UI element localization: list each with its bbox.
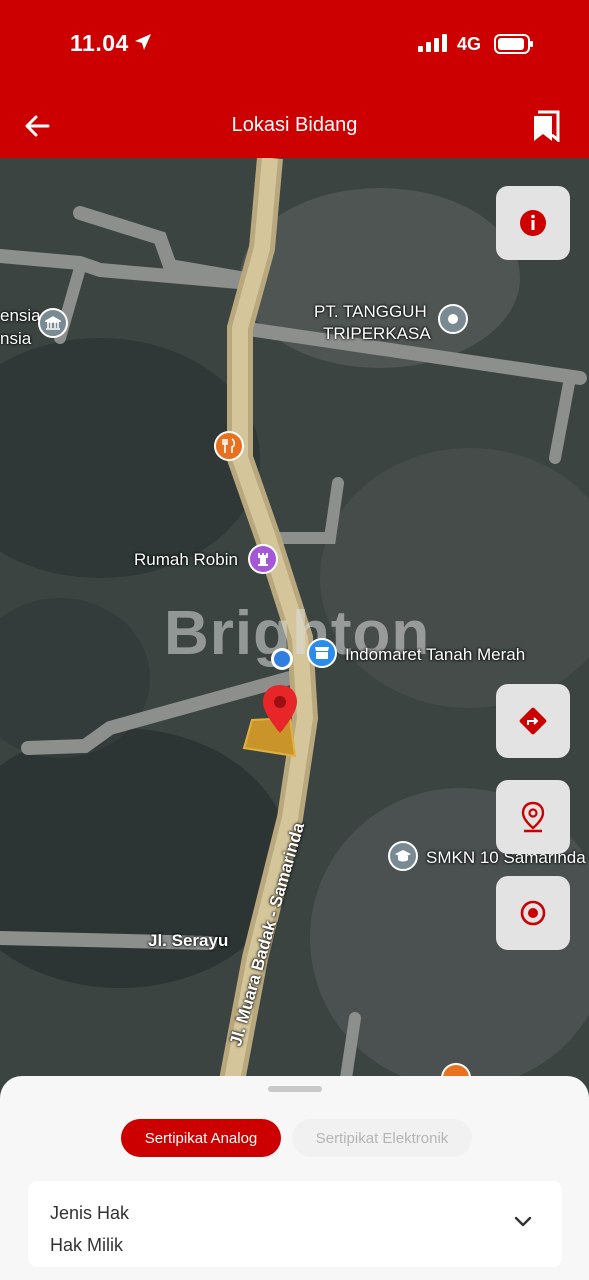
location-pin-button[interactable] bbox=[496, 780, 570, 854]
place-pin-icon[interactable] bbox=[438, 304, 468, 334]
info-button[interactable] bbox=[496, 186, 570, 260]
poi-label-pt-line2: TRIPERKASA bbox=[323, 324, 431, 343]
target-icon bbox=[520, 900, 546, 926]
poi-label-pt-line1: PT. TANGGUH bbox=[314, 302, 427, 321]
recenter-button[interactable] bbox=[496, 876, 570, 950]
school-pin-icon[interactable] bbox=[388, 841, 418, 871]
shop-pin-icon[interactable] bbox=[307, 638, 337, 668]
poi-label-left-1: ensia bbox=[0, 306, 41, 325]
poi-label-rumah-robin: Rumah Robin bbox=[134, 550, 238, 569]
poi-label-left-2: nsia bbox=[0, 329, 32, 348]
battery-icon bbox=[494, 34, 534, 59]
tab-sertipikat-analog[interactable]: Sertipikat Analog bbox=[121, 1119, 281, 1157]
parcel-marker-icon[interactable] bbox=[262, 684, 298, 739]
location-arrow-icon bbox=[134, 33, 152, 56]
road-label-serayu: Jl. Serayu bbox=[148, 931, 229, 950]
directions-button[interactable] bbox=[496, 684, 570, 758]
bookmark-icon[interactable] bbox=[532, 110, 560, 144]
network-type: 4G bbox=[457, 34, 482, 54]
government-pin-icon[interactable] bbox=[38, 308, 68, 338]
map-pin-icon bbox=[521, 801, 545, 833]
info-icon bbox=[520, 210, 546, 236]
satellite-map[interactable]: ensia nsia PT. TANGGUH TRIPERKASA Rumah … bbox=[0, 158, 589, 1118]
jenis-hak-dropdown[interactable]: Jenis Hak Hak Milik bbox=[28, 1181, 562, 1267]
directions-icon bbox=[519, 707, 547, 735]
field-label: Jenis Hak bbox=[50, 1203, 130, 1223]
bottom-sheet: Sertipikat Analog Sertipikat Elektronik … bbox=[0, 1076, 589, 1280]
field-value: Hak Milik bbox=[50, 1235, 124, 1255]
restaurant-pin-icon[interactable] bbox=[214, 431, 244, 461]
current-location-dot bbox=[271, 648, 293, 670]
sheet-drag-handle[interactable] bbox=[268, 1086, 322, 1092]
app-header: 11.04 4G Lokasi Bidang bbox=[0, 0, 589, 158]
status-time: 11.04 bbox=[70, 30, 129, 56]
poi-label-indomaret: Indomaret Tanah Merah bbox=[345, 645, 526, 664]
page-title: Lokasi Bidang bbox=[231, 114, 358, 136]
chevron-down-icon bbox=[514, 1215, 532, 1233]
tab-sertipikat-elektronik[interactable]: Sertipikat Elektronik bbox=[292, 1119, 472, 1157]
landmark-pin-icon[interactable] bbox=[248, 544, 278, 574]
signal-icon bbox=[418, 34, 448, 57]
